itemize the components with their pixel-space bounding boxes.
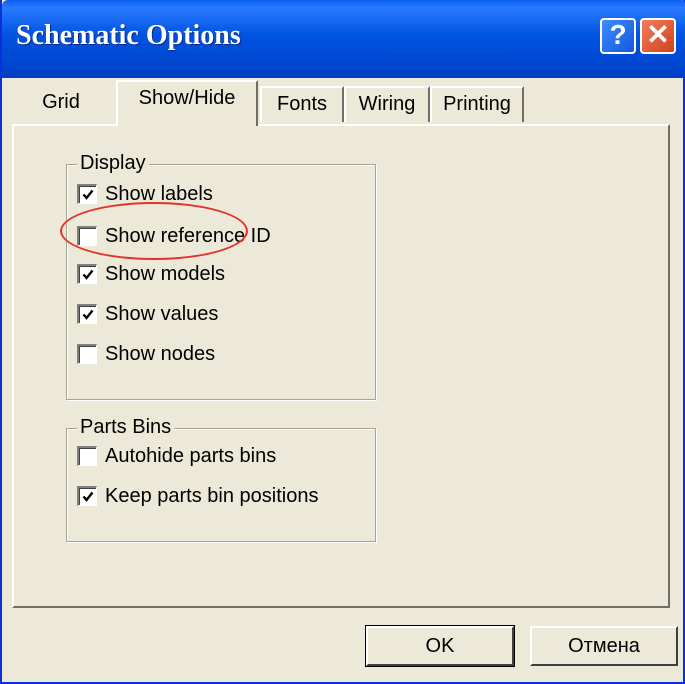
show-labels-option[interactable]: Show labels bbox=[77, 179, 213, 209]
ok-button[interactable]: OK bbox=[365, 625, 515, 667]
show-reference-id-label: Show reference ID bbox=[105, 225, 271, 247]
show-nodes-label: Show nodes bbox=[105, 343, 216, 365]
close-button[interactable]: ✕ bbox=[640, 18, 676, 54]
show-reference-id-option[interactable]: Show reference ID bbox=[77, 221, 271, 251]
tab-grid[interactable]: Grid bbox=[30, 86, 92, 122]
show-labels-checkbox[interactable] bbox=[77, 184, 97, 204]
show-models-label: Show models bbox=[105, 263, 226, 285]
show-reference-id-checkbox[interactable] bbox=[77, 226, 97, 246]
dialog-title: Schematic Options bbox=[16, 20, 241, 51]
cancel-button[interactable]: Отмена bbox=[530, 626, 678, 666]
tab-strip: Grid Show/Hide Fonts Wiring Printing bbox=[12, 80, 672, 126]
schematic-options-dialog: Schematic Options ? ✕ Grid Show/Hide Fon… bbox=[0, 0, 685, 684]
checkmark-icon bbox=[82, 189, 93, 200]
display-group-legend: Display bbox=[77, 151, 149, 175]
help-question-icon: ? bbox=[609, 19, 627, 50]
parts-bins-group-legend: Parts Bins bbox=[77, 415, 175, 439]
autohide-parts-bins-checkbox[interactable] bbox=[77, 446, 97, 466]
tab-wiring[interactable]: Wiring bbox=[344, 86, 430, 122]
show-nodes-checkbox[interactable] bbox=[77, 344, 97, 364]
autohide-parts-bins-option[interactable]: Autohide parts bins bbox=[77, 441, 276, 471]
show-values-option[interactable]: Show values bbox=[77, 299, 218, 329]
show-hide-panel: Display Show labels Show reference ID Sh… bbox=[12, 124, 670, 608]
display-group: Display Show labels Show reference ID Sh… bbox=[66, 151, 376, 400]
show-values-label: Show values bbox=[105, 303, 219, 325]
keep-parts-bin-positions-option[interactable]: Keep parts bin positions bbox=[77, 481, 318, 511]
parts-bins-group: Parts Bins Autohide parts bins Keep part… bbox=[66, 415, 376, 542]
tab-show-hide[interactable]: Show/Hide bbox=[116, 80, 258, 126]
checkmark-icon bbox=[82, 491, 93, 502]
tab-printing[interactable]: Printing bbox=[430, 86, 524, 122]
show-values-checkbox[interactable] bbox=[77, 304, 97, 324]
close-x-icon: ✕ bbox=[646, 19, 670, 50]
keep-parts-bin-positions-label: Keep parts bin positions bbox=[105, 485, 319, 507]
show-nodes-option[interactable]: Show nodes bbox=[77, 339, 215, 369]
checkmark-icon bbox=[82, 269, 93, 280]
title-bar[interactable]: Schematic Options ? ✕ bbox=[2, 0, 685, 78]
help-button[interactable]: ? bbox=[600, 18, 636, 54]
show-models-checkbox[interactable] bbox=[77, 264, 97, 284]
checkmark-icon bbox=[82, 309, 93, 320]
show-models-option[interactable]: Show models bbox=[77, 259, 225, 289]
keep-parts-bin-positions-checkbox[interactable] bbox=[77, 486, 97, 506]
tab-fonts[interactable]: Fonts bbox=[260, 86, 344, 122]
show-labels-label: Show labels bbox=[105, 183, 213, 205]
autohide-parts-bins-label: Autohide parts bins bbox=[105, 445, 277, 467]
